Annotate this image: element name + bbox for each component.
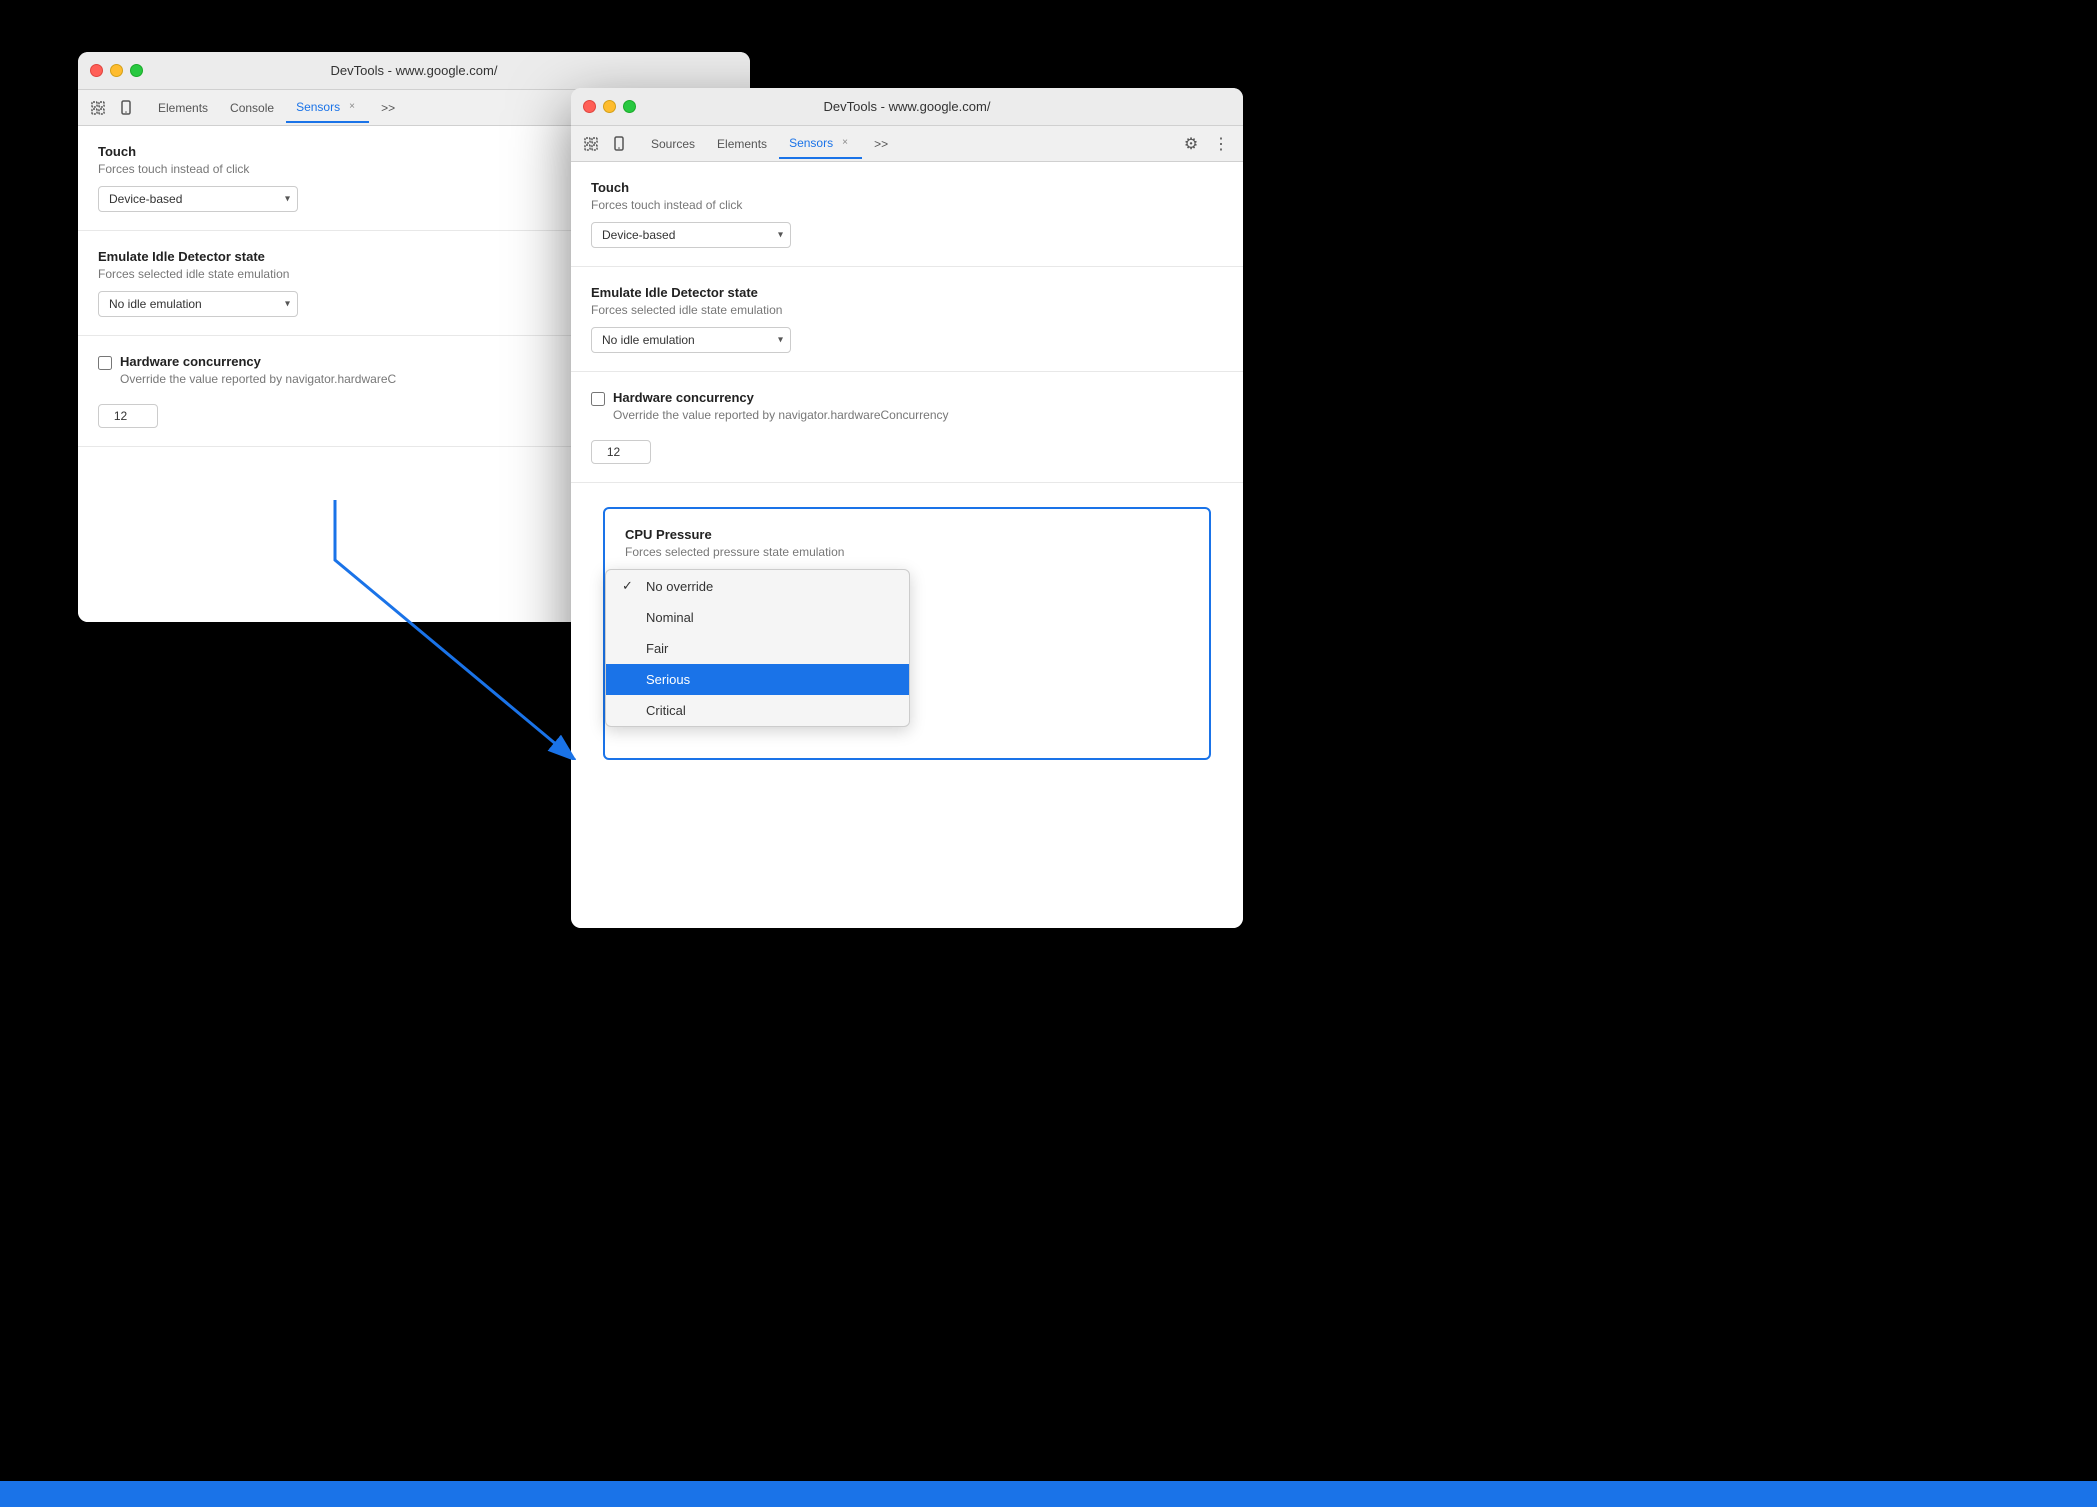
toolbar-icons-back <box>86 96 138 120</box>
hardware-checkbox-row-front: Hardware concurrency Override the value … <box>591 390 1223 432</box>
nominal-label: Nominal <box>646 610 694 625</box>
hardware-text-front: Hardware concurrency Override the value … <box>613 390 949 432</box>
hardware-desc-front: Override the value reported by navigator… <box>613 408 949 422</box>
cursor-icon-back[interactable] <box>86 96 110 120</box>
title-bar-front: DevTools - www.google.com/ <box>571 88 1243 126</box>
idle-dropdown-back[interactable]: No idle emulation <box>98 291 298 317</box>
touch-dropdown-wrapper-front: Device-based ▾ <box>591 222 791 248</box>
cpu-pressure-title: CPU Pressure <box>625 527 1189 542</box>
cpu-option-critical[interactable]: Critical <box>606 695 909 726</box>
idle-dropdown-front[interactable]: No idle emulation <box>591 327 791 353</box>
cpu-option-serious[interactable]: Serious <box>606 664 909 695</box>
tab-sensors-back[interactable]: Sensors × <box>286 93 369 123</box>
fair-label: Fair <box>646 641 668 656</box>
maximize-button-back[interactable] <box>130 64 143 77</box>
traffic-lights-front <box>583 100 636 113</box>
window-title-back: DevTools - www.google.com/ <box>331 63 498 78</box>
critical-check <box>622 703 638 718</box>
no-override-check: ✓ <box>622 578 638 594</box>
hardware-value-front[interactable] <box>591 440 651 464</box>
no-override-label: No override <box>646 579 713 594</box>
tab-close-sensors-front[interactable]: × <box>838 136 852 150</box>
serious-check <box>622 672 638 687</box>
cpu-pressure-desc: Forces selected pressure state emulation <box>625 545 1189 559</box>
hardware-title-back: Hardware concurrency <box>120 354 396 369</box>
tab-sources-front[interactable]: Sources <box>641 129 705 159</box>
cpu-pressure-dropdown-popup: ✓ No override Nominal Fair Serious <box>605 569 910 727</box>
title-bar-back: DevTools - www.google.com/ <box>78 52 750 90</box>
idle-dropdown-wrapper-back: No idle emulation ▾ <box>98 291 298 317</box>
tab-more-front[interactable]: >> <box>864 129 898 159</box>
tab-more-back[interactable]: >> <box>371 93 405 123</box>
touch-section-front: Touch Forces touch instead of click Devi… <box>571 162 1243 267</box>
minimize-button-back[interactable] <box>110 64 123 77</box>
menu-icon-front[interactable]: ⋮ <box>1207 130 1235 158</box>
bottom-bar <box>0 1481 2097 1507</box>
tab-elements-front[interactable]: Elements <box>707 129 777 159</box>
maximize-button-front[interactable] <box>623 100 636 113</box>
hardware-text-back: Hardware concurrency Override the value … <box>120 354 396 396</box>
cpu-pressure-section: CPU Pressure Forces selected pressure st… <box>603 507 1211 760</box>
close-button-back[interactable] <box>90 64 103 77</box>
critical-label: Critical <box>646 703 686 718</box>
hardware-checkbox-back[interactable] <box>98 356 112 370</box>
close-button-front[interactable] <box>583 100 596 113</box>
content-front: Touch Forces touch instead of click Devi… <box>571 162 1243 928</box>
gear-icon-front[interactable]: ⚙ <box>1177 130 1205 158</box>
idle-dropdown-wrapper-front: No idle emulation ▾ <box>591 327 791 353</box>
cpu-option-fair[interactable]: Fair <box>606 633 909 664</box>
nominal-check <box>622 610 638 625</box>
idle-section-front: Emulate Idle Detector state Forces selec… <box>571 267 1243 372</box>
window-title-front: DevTools - www.google.com/ <box>824 99 991 114</box>
window-front: DevTools - www.google.com/ Sources <box>571 88 1243 928</box>
device-icon-front[interactable] <box>607 132 631 156</box>
tab-elements-back[interactable]: Elements <box>148 93 218 123</box>
tab-sensors-front[interactable]: Sensors × <box>779 129 862 159</box>
cpu-option-nominal[interactable]: Nominal <box>606 602 909 633</box>
idle-title-front: Emulate Idle Detector state <box>591 285 1223 300</box>
tab-close-sensors-back[interactable]: × <box>345 100 359 114</box>
hardware-title-front: Hardware concurrency <box>613 390 949 405</box>
hardware-desc-back: Override the value reported by navigator… <box>120 372 396 386</box>
cpu-option-no-override[interactable]: ✓ No override <box>606 570 909 602</box>
serious-label: Serious <box>646 672 690 687</box>
fair-check <box>622 641 638 656</box>
touch-dropdown-wrapper-back: Device-based ▾ <box>98 186 298 212</box>
toolbar-icons-front <box>579 132 631 156</box>
idle-desc-front: Forces selected idle state emulation <box>591 303 1223 317</box>
cursor-icon-front[interactable] <box>579 132 603 156</box>
minimize-button-front[interactable] <box>603 100 616 113</box>
tab-bar-front: Sources Elements Sensors × >> ⚙ ⋮ <box>571 126 1243 162</box>
hardware-section-front: Hardware concurrency Override the value … <box>571 372 1243 483</box>
hardware-value-back[interactable] <box>98 404 158 428</box>
touch-title-front: Touch <box>591 180 1223 195</box>
hardware-checkbox-front[interactable] <box>591 392 605 406</box>
touch-desc-front: Forces touch instead of click <box>591 198 1223 212</box>
touch-dropdown-back[interactable]: Device-based <box>98 186 298 212</box>
device-icon-back[interactable] <box>114 96 138 120</box>
traffic-lights-back <box>90 64 143 77</box>
tab-console-back[interactable]: Console <box>220 93 284 123</box>
touch-dropdown-front[interactable]: Device-based <box>591 222 791 248</box>
cpu-pressure-outer: CPU Pressure Forces selected pressure st… <box>571 483 1243 784</box>
